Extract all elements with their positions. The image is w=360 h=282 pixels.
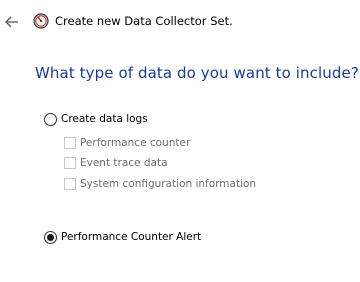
back-button[interactable] (3, 13, 21, 31)
performance-counter-checkbox-box[interactable] (64, 137, 76, 149)
performance-counter-label: Performance counter (80, 136, 191, 149)
event-trace-data-checkbox[interactable]: Event trace data (64, 156, 168, 170)
page-heading: What type of data do you want to include… (35, 64, 359, 82)
performance-counter-alert-label: Performance Counter Alert (61, 230, 202, 243)
event-trace-data-label: Event trace data (80, 156, 168, 169)
data-collector-icon (33, 13, 49, 29)
create-data-logs-radio-button[interactable] (44, 112, 57, 126)
back-arrow-icon (5, 16, 18, 28)
wizard-title: Create new Data Collector Set. (55, 14, 233, 28)
performance-counter-alert-radio-button[interactable] (44, 230, 57, 244)
system-configuration-checkbox-box[interactable] (64, 178, 76, 190)
create-data-logs-label: Create data logs (61, 112, 148, 125)
performance-counter-alert-radio[interactable]: Performance Counter Alert (44, 230, 201, 244)
event-trace-data-checkbox-box[interactable] (64, 157, 76, 169)
create-data-logs-radio[interactable]: Create data logs (44, 112, 148, 126)
performance-counter-checkbox[interactable]: Performance counter (64, 136, 190, 150)
system-configuration-label: System configuration information (80, 177, 257, 190)
system-configuration-checkbox[interactable]: System configuration information (64, 177, 256, 191)
wizard-page: Create new Data Collector Set. What type… (0, 0, 360, 282)
